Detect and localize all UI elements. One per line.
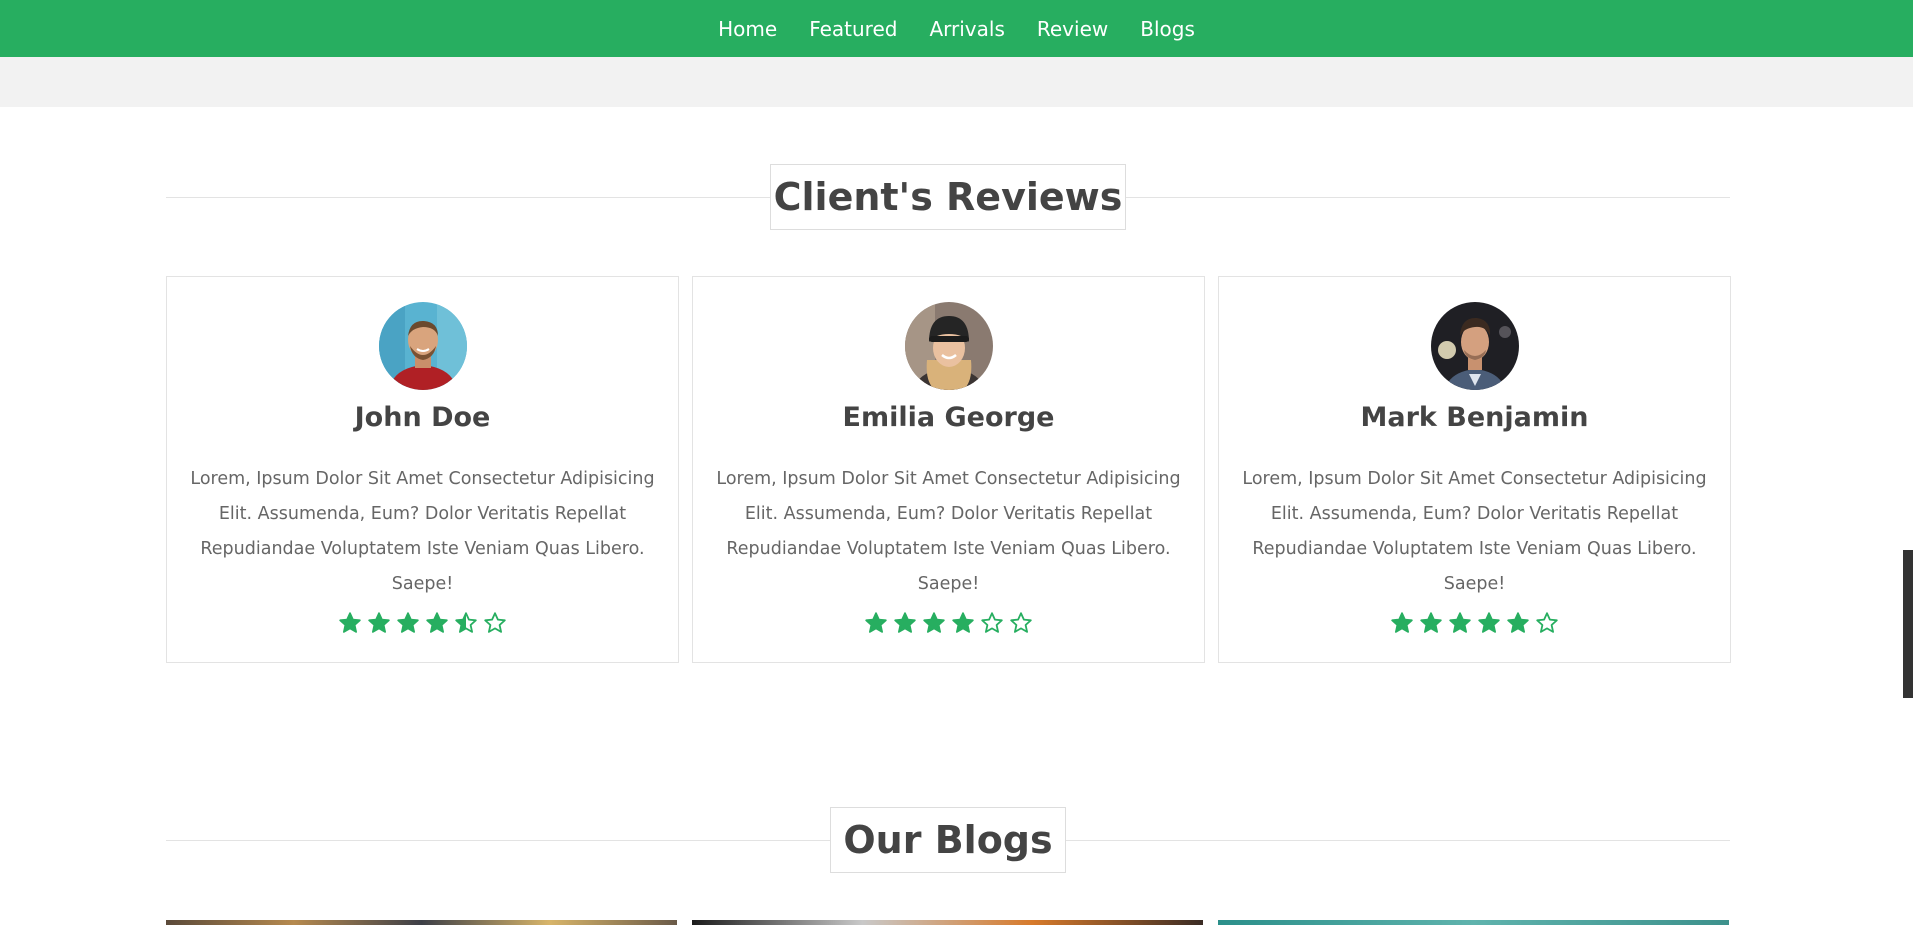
star-filled-icon: [1507, 612, 1529, 633]
star-rating: [1219, 611, 1730, 635]
blog-image[interactable]: [692, 920, 1203, 925]
star-filled-icon: [397, 612, 419, 633]
star-rating: [693, 611, 1204, 635]
review-card-john-doe: John Doe Lorem, Ipsum Dolor Sit Amet Con…: [166, 276, 679, 663]
reviews-title: Client's Reviews: [770, 164, 1126, 230]
nav-link-blogs[interactable]: Blogs: [1140, 17, 1195, 41]
avatar-photo-john: [379, 302, 467, 390]
reviews-section-heading: Client's Reviews: [166, 164, 1730, 230]
nav-link-review[interactable]: Review: [1037, 17, 1108, 41]
avatar: [1431, 302, 1519, 390]
star-empty-icon: [1010, 612, 1032, 633]
nav-link-featured[interactable]: Featured: [809, 17, 897, 41]
avatar: [905, 302, 993, 390]
scrollbar-thumb[interactable]: [1903, 550, 1913, 698]
review-card-mark-benjamin: Mark Benjamin Lorem, Ipsum Dolor Sit Ame…: [1218, 276, 1731, 663]
avatar-photo-mark: [1431, 302, 1519, 390]
reviewer-name: Mark Benjamin: [1360, 402, 1589, 433]
review-card-emilia-george: Emilia George Lorem, Ipsum Dolor Sit Ame…: [692, 276, 1205, 663]
star-filled-icon: [339, 612, 361, 633]
top-navigation: Home Featured Arrivals Review Blogs: [0, 0, 1913, 57]
star-filled-icon: [952, 612, 974, 633]
star-filled-icon: [1478, 612, 1500, 633]
nav-link-arrivals[interactable]: Arrivals: [929, 17, 1004, 41]
blogs-section-heading: Our Blogs: [166, 807, 1730, 873]
review-text: Lorem, Ipsum Dolor Sit Amet Consectetur …: [716, 469, 1181, 594]
blogs-title: Our Blogs: [830, 807, 1066, 873]
star-empty-icon: [484, 612, 506, 633]
avatar: [379, 302, 467, 390]
star-empty-icon: [981, 612, 1003, 633]
review-text: Lorem, Ipsum Dolor Sit Amet Consectetur …: [1242, 469, 1707, 594]
review-text: Lorem, Ipsum Dolor Sit Amet Consectetur …: [190, 469, 655, 594]
star-filled-icon: [923, 612, 945, 633]
blog-image[interactable]: [166, 920, 677, 925]
blog-cards-row: [166, 920, 1730, 925]
reviewer-name: Emilia George: [842, 402, 1055, 433]
star-filled-icon: [1420, 612, 1442, 633]
nav-link-home[interactable]: Home: [718, 17, 777, 41]
star-filled-icon: [368, 612, 390, 633]
star-empty-icon: [1536, 612, 1558, 633]
star-filled-icon: [865, 612, 887, 633]
reviewer-name: John Doe: [354, 402, 491, 433]
star-half-icon: [455, 612, 477, 633]
star-filled-icon: [1391, 612, 1413, 633]
star-filled-icon: [426, 612, 448, 633]
star-rating: [167, 611, 678, 635]
star-filled-icon: [894, 612, 916, 633]
previous-section-bottom: [0, 57, 1913, 107]
blog-image[interactable]: [1218, 920, 1729, 925]
avatar-photo-emilia: [905, 302, 993, 390]
star-filled-icon: [1449, 612, 1471, 633]
